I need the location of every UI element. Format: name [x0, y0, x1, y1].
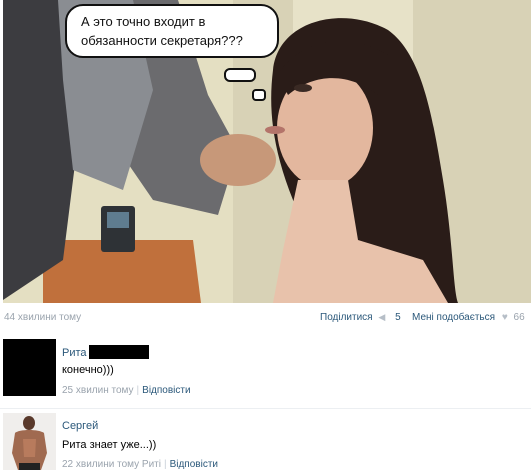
- comment-text: конечно))): [62, 364, 114, 376]
- speech-bubble: А это точно входит в обязанности секрета…: [65, 4, 279, 58]
- share-count: 5: [395, 312, 401, 323]
- like-label: Мені подобається: [412, 312, 496, 323]
- reply-link[interactable]: Відповісти: [170, 459, 218, 470]
- comment-text: Рита знает уже...)): [62, 439, 157, 451]
- like-count: 66: [513, 312, 525, 323]
- avatar-image: [3, 413, 56, 470]
- post-photo[interactable]: А это точно входит в обязанности секрета…: [3, 0, 531, 303]
- comment: Рита конечно))) 25 хвилин тому | Відповіст…: [0, 335, 531, 405]
- comment-footer: 22 хвилини тому Риті | Відповісти: [62, 459, 218, 470]
- thought-dot-large: [224, 68, 256, 82]
- comment-author-name: Рита: [62, 347, 87, 359]
- avatar[interactable]: [3, 339, 56, 396]
- post-time[interactable]: 44 хвилини тому: [4, 312, 81, 323]
- heart-icon: ♥: [501, 312, 508, 323]
- megaphone-icon: ◀: [378, 312, 386, 322]
- comment: Сергей Рита знает уже...)) 22 хвилини то…: [0, 408, 531, 476]
- avatar[interactable]: [3, 413, 56, 470]
- comment-footer: 25 хвилин тому | Відповісти: [62, 385, 191, 396]
- separator: |: [136, 385, 140, 396]
- comment-author[interactable]: Рита: [62, 345, 149, 359]
- comment-time[interactable]: 22 хвилини тому Риті: [62, 459, 161, 470]
- separator: |: [163, 459, 167, 470]
- thought-dot-small: [252, 89, 266, 101]
- post-meta: 44 хвилини тому Поділитися ◀ 5 Мені подо…: [0, 303, 531, 331]
- comment-time[interactable]: 25 хвилин тому: [62, 385, 134, 396]
- share-label: Поділитися: [320, 312, 373, 323]
- share-button[interactable]: Поділитися ◀ 5: [320, 312, 401, 323]
- reply-link[interactable]: Відповісти: [142, 385, 190, 396]
- like-button[interactable]: Мені подобається ♥ 66: [412, 312, 525, 323]
- comment-author[interactable]: Сергей: [62, 420, 98, 432]
- speech-bubble-text: А это точно входит в обязанности секрета…: [81, 14, 243, 48]
- redaction-bar: [88, 345, 149, 359]
